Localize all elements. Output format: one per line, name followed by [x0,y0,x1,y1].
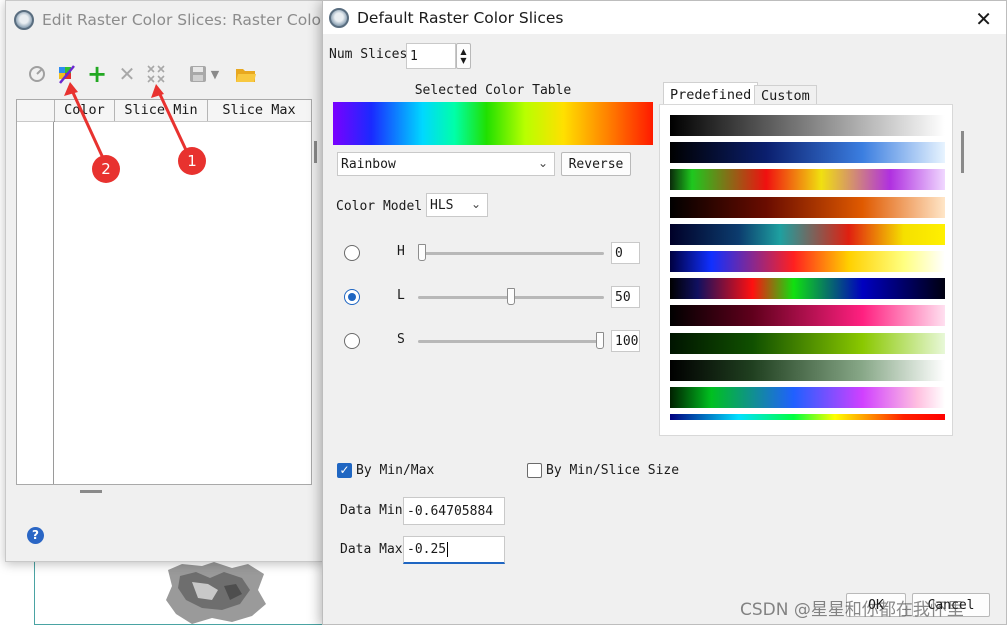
chevron-down-icon[interactable]: ⌄ [471,197,481,211]
data-max-label: Data Max [340,542,403,557]
color-ramp-item[interactable] [670,251,945,272]
slider-value-s[interactable]: 100 [611,330,640,352]
watermark: CSDN @星星和你都在我怀里 [740,600,964,620]
data-max-input[interactable]: -0.25 [403,536,505,564]
slider-value-l[interactable]: 50 [611,286,640,308]
slider-thumb-h[interactable] [418,244,426,261]
color-ramp-item[interactable] [670,387,945,408]
num-slices-label: Num Slices [329,47,408,62]
ramps-scrollbar[interactable] [961,131,964,173]
slider-track-s[interactable] [418,340,604,343]
num-slices-stepper[interactable]: ▲ ▼ [456,43,471,69]
tab-predefined[interactable]: Predefined [663,82,759,106]
data-min-input[interactable]: -0.64705884 [403,497,505,525]
color-ramp-item[interactable] [670,359,945,381]
splitter-handle[interactable] [314,141,317,163]
title-bar: Edit Raster Color Slices: Raster Color S… [6,1,324,39]
table-header: Color Slice Min Slice Max [17,100,311,122]
by-min-slice-size-checkbox[interactable] [527,463,542,478]
slider-label-l: L [397,288,405,303]
delete-icon[interactable]: ✕ [116,61,138,87]
color-ramp-item[interactable] [670,278,945,300]
by-min-slice-size-label: By Min/Slice Size [546,463,680,478]
window-title: Edit Raster Color Slices: Raster Color S… [42,11,324,29]
dialog-title: Default Raster Color Slices [357,8,564,27]
reverse-button[interactable]: Reverse [561,152,631,176]
app-icon [14,10,34,30]
add-icon[interactable]: + [86,60,108,88]
num-slices-input[interactable]: 1 [406,43,456,69]
color-model-label: Color Model [336,199,423,214]
data-min-label: Data Min [340,503,403,518]
color-ramp-item[interactable] [670,332,945,354]
open-folder-icon[interactable] [234,61,258,87]
color-model-value: HLS [430,197,454,213]
data-max-value: -0.25 [407,542,447,557]
text-cursor [447,542,449,557]
column-slice-max[interactable]: Slice Max [207,100,310,121]
color-ramp-item[interactable] [670,223,945,245]
slider-label-s: S [397,332,405,347]
color-ramp-item[interactable] [670,169,945,191]
row-header-column [17,122,54,484]
color-model-select[interactable]: HLS ⌄ [426,193,488,217]
raster-map-thumbnail [166,562,266,624]
chevron-up-icon[interactable]: ▲ [460,47,466,56]
slider-radio-l[interactable] [344,289,360,305]
help-icon[interactable]: ? [27,527,44,544]
by-min-max-label: By Min/Max [356,463,435,478]
slider-thumb-s[interactable] [596,332,604,349]
edit-raster-color-slices-window: Edit Raster Color Slices: Raster Color S… [5,0,325,562]
color-table-value: Rainbow [341,156,396,172]
slider-thumb-l[interactable] [507,288,515,305]
clear-icon[interactable] [26,61,48,87]
chevron-down-icon[interactable]: ⌄ [538,156,548,170]
chevron-down-icon[interactable]: ▼ [460,56,466,65]
tab-custom[interactable]: Custom [754,85,817,105]
auto-slice-icon[interactable] [54,61,80,87]
color-slices-table[interactable]: Color Slice Min Slice Max [16,99,312,485]
slider-value-h[interactable]: 0 [611,242,640,264]
by-min-max-checkbox[interactable]: ✓ [337,463,352,478]
color-ramp-item[interactable] [670,142,945,164]
slider-track-h[interactable] [418,252,604,255]
color-ramp-item[interactable] [670,196,945,218]
color-ramp-item[interactable] [670,305,945,327]
delete-all-icon[interactable] [144,61,168,87]
annotation-badge-2: 2 [92,155,120,183]
app-icon [329,7,349,28]
slider-radio-h[interactable] [344,245,360,261]
selected-color-ramp [333,102,653,145]
color-table-select[interactable]: Rainbow ⌄ [337,152,555,176]
save-icon[interactable] [186,61,210,87]
slider-label-h: H [397,244,405,259]
column-slice-min[interactable]: Slice Min [114,100,207,121]
column-color[interactable]: Color [54,100,114,121]
resize-handle[interactable] [80,490,102,493]
dialog-title-bar: Default Raster Color Slices [323,1,1006,34]
color-ramp-item[interactable] [670,414,945,421]
annotation-badge-1: 1 [178,147,206,175]
dropdown-icon[interactable]: ▼ [208,61,222,87]
close-icon[interactable]: ✕ [975,7,992,31]
selected-color-table-label: Selected Color Table [414,83,572,98]
slider-radio-s[interactable] [344,333,360,349]
color-ramp-item[interactable] [670,115,945,136]
predefined-color-tables [659,104,953,436]
